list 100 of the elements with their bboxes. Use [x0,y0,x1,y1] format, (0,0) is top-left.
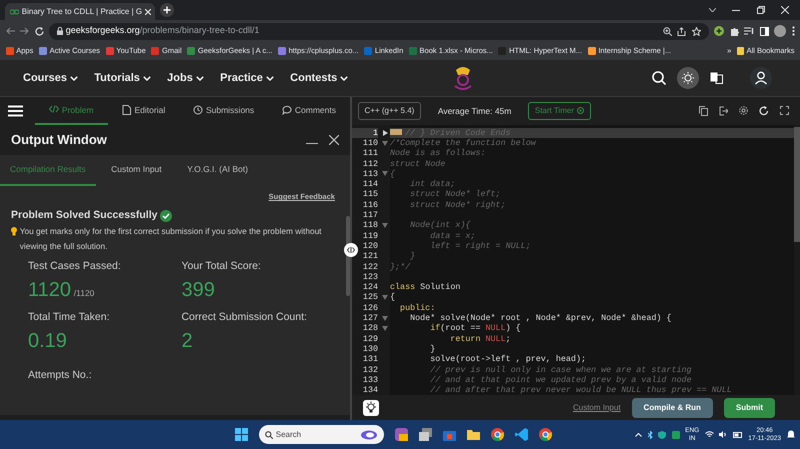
search-icon[interactable] [652,71,666,85]
code-token: // prev is null only in case when we are at starting [429,364,692,375]
import-icon[interactable] [719,106,728,116]
info-note: You get marks only for the first correct submission if you solve the problem without viewing the full solution. [20,224,322,253]
puzzle-icon[interactable] [730,26,738,36]
stat-value: 0.19 [28,329,67,354]
app-icon[interactable] [395,428,408,441]
code-token: } [409,251,416,262]
tab[interactable]: Submissions [179,97,268,125]
battery-icon[interactable] [732,432,743,438]
shield-icon[interactable] [658,430,666,438]
menu-icon[interactable] [8,105,23,117]
copy-icon[interactable] [699,106,708,116]
favicon-icon [187,47,196,55]
code-token: } [429,344,436,354]
back-arrow-icon[interactable] [6,27,14,35]
line-number: 131 [362,354,378,364]
stat-total: /1120 [74,286,94,300]
lightbulb-icon[interactable] [363,400,379,416]
stat-label: Test Cases Passed: [28,259,122,274]
reset-icon[interactable] [759,106,769,116]
store-icon[interactable] [443,428,456,441]
close-icon[interactable] [781,6,789,14]
bluetooth-icon[interactable] [648,430,653,438]
plus-circle-icon[interactable] [714,26,724,36]
new-tab-icon[interactable] [160,3,174,17]
nav-menu-item[interactable]: Practice [220,70,274,86]
scrollbar-thumb[interactable] [794,126,800,242]
line-number: 121 [362,251,378,262]
section-label: Attempts No.: [27,368,93,382]
playlist-icon[interactable] [744,27,754,35]
chevron-down-icon[interactable] [708,8,716,12]
code-editor-icon[interactable] [515,428,528,441]
site-logo[interactable] [452,66,474,90]
chrome-icon[interactable] [491,428,504,441]
windows-start-icon[interactable] [235,428,248,441]
star-icon[interactable] [692,26,700,36]
nav-menu-item[interactable]: Tutorials [94,70,151,86]
favicon-icon [408,47,417,55]
tab[interactable]: Custom Input [101,155,172,186]
line-number: 114 [362,179,378,190]
close-icon[interactable] [144,8,151,14]
restore-icon[interactable] [756,6,764,14]
tab[interactable]: Editorial [108,97,180,125]
tab[interactable]: Y.O.G.I. (AI Bot) [177,155,258,186]
chrome-icon[interactable] [539,428,552,441]
language-dropdown[interactable]: C++ (g++ 5.4) [358,102,422,120]
wifi-icon[interactable] [704,431,714,438]
fullscreen-icon[interactable] [780,106,789,116]
taskbar-search-field[interactable]: Search [259,425,384,444]
code-token: ) { [506,323,521,334]
custom-input-link[interactable]: Custom Input [572,402,621,414]
fold-marker-icon[interactable] [390,129,402,136]
code-token: // and at that point we updated prev by a valid node [429,374,692,385]
forward-arrow-icon[interactable] [20,27,29,35]
stat-label: Total Time Taken: [28,310,111,326]
nav-menu-item[interactable]: Courses [23,70,78,86]
url-text: geeksforgeeks.org/problems/binary-tree-to-cdll/1 [66,24,260,38]
user-icon[interactable] [750,67,772,89]
fold-caret-icon[interactable] [383,130,388,136]
close-icon[interactable] [329,135,339,145]
line-number: 116 [362,200,378,210]
translate-icon[interactable] [710,72,723,84]
code-token: ; [506,334,511,344]
window-stack-icon[interactable] [419,428,432,441]
line-number: 130 [362,344,378,354]
notification-bell-icon[interactable] [786,430,794,439]
chevron-up-icon[interactable] [635,432,642,436]
code-token: };*/ [390,262,410,272]
settings-icon[interactable] [739,106,748,116]
tray-app-icon[interactable] [672,430,680,438]
nav-menu-item[interactable]: Jobs [167,70,204,86]
tab[interactable]: Comments [268,97,350,125]
start-timer-button[interactable]: Start Timer [528,102,591,120]
zoom-icon[interactable] [662,26,672,36]
nav-menu-item[interactable]: Contests [290,70,348,86]
line-number: 125 [362,292,378,302]
chevron-down-icon [340,76,348,80]
code-token: Node* solve(Node* root , Node* &prev, Node* &head) { [409,313,672,324]
volume-icon[interactable] [719,431,728,438]
browser-tab[interactable]: Binary Tree to CDLL | Practice | G [5,3,155,20]
compile-run-button[interactable]: Compile & Run [632,398,713,418]
check-circle-icon [160,210,172,222]
folder-icon[interactable] [467,428,480,441]
code-token: struct Node* left; [409,189,501,200]
play-circle-icon [576,107,584,114]
share-icon[interactable] [677,26,686,36]
status-heading: Problem Solved Successfully [11,208,158,223]
address-field[interactable]: geeksforgeeks.org/problems/binary-tree-to-cdll/1 [49,22,708,40]
side-panel-icon[interactable] [760,26,768,36]
code-token: Node(int x){ [409,220,470,230]
code-token: /*Complete the function below [390,138,536,148]
profile-avatar-icon[interactable] [774,25,786,37]
favicon-icon [498,47,506,55]
theme-toggle-icon[interactable] [677,67,699,89]
resize-handle-icon[interactable] [344,243,358,257]
reload-icon[interactable] [34,26,44,36]
submit-button[interactable]: Submit [724,398,775,418]
line-number: 110 [362,138,378,148]
kebab-menu-icon[interactable] [792,26,794,36]
